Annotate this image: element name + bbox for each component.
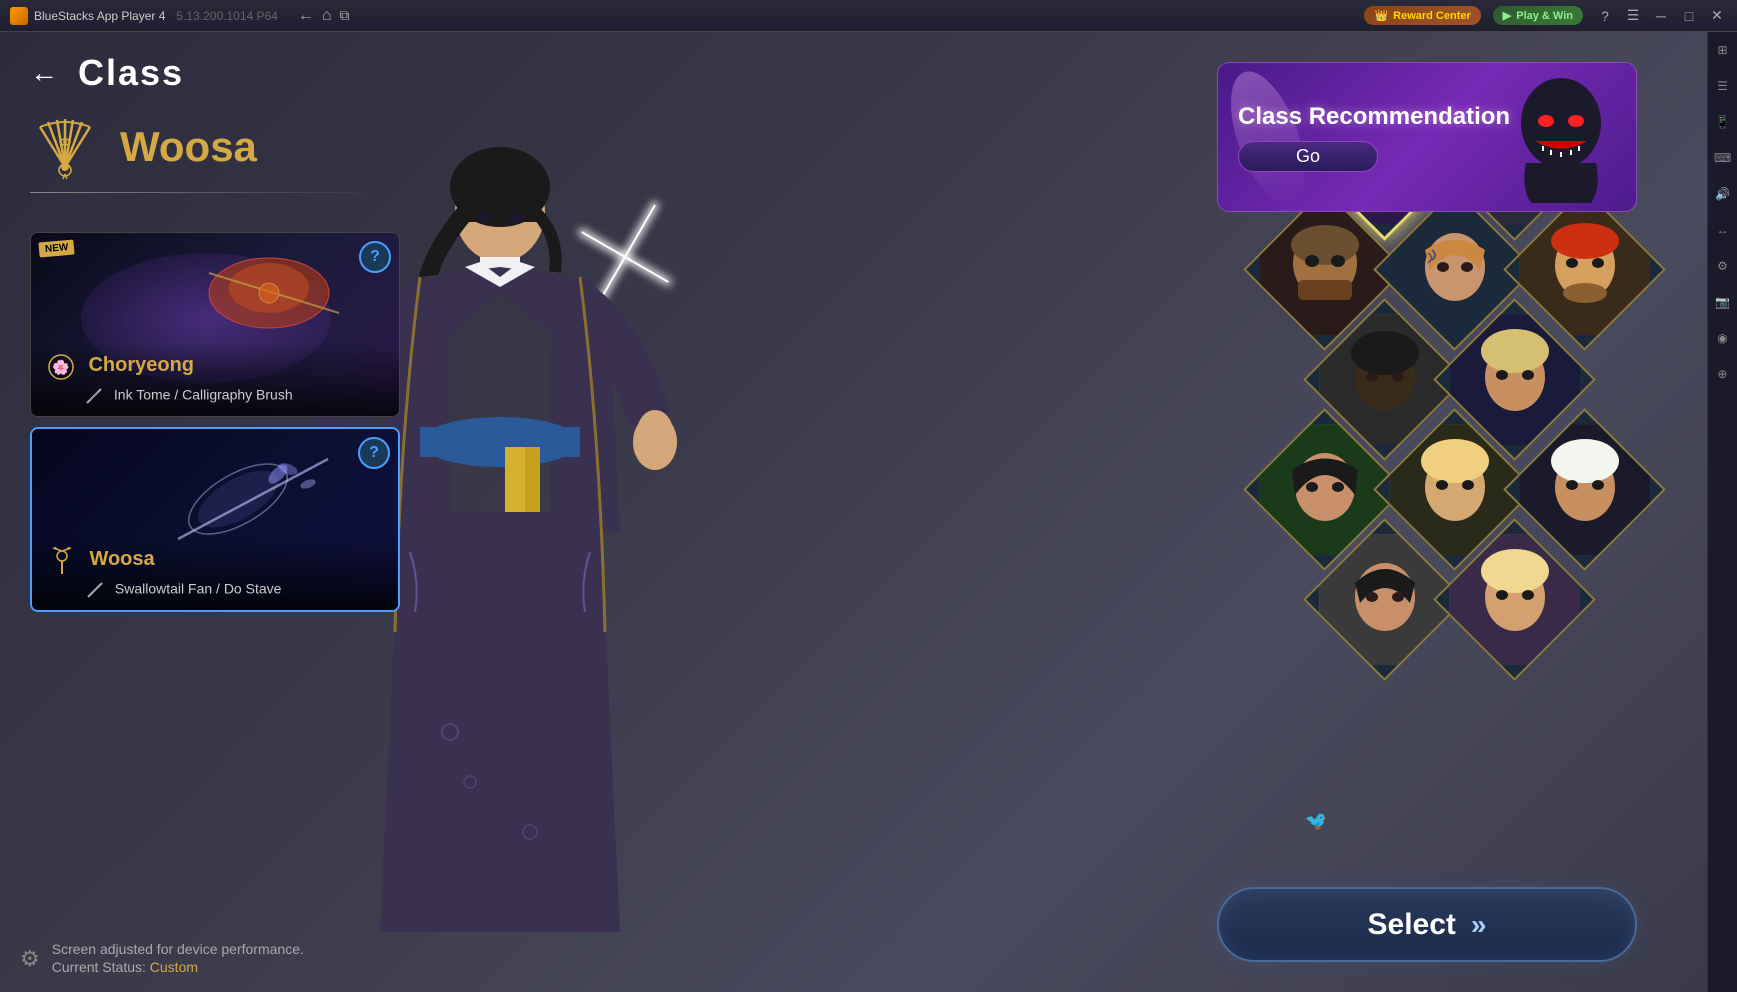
reward-center-button[interactable]: 👑 Reward Center	[1364, 6, 1480, 25]
diamond-inner-12	[1433, 518, 1596, 681]
char-face-10	[1519, 424, 1650, 555]
app-icon	[10, 7, 28, 25]
choryeong-class-icon: 🌸	[46, 352, 76, 382]
title-bar-right: 👑 Reward Center ▶ Play & Win ? ☰ ─ □ ✕	[1364, 6, 1727, 26]
new-badge: NEW	[38, 239, 75, 257]
class-name-section: Woosa	[30, 112, 257, 182]
svg-text:🌸: 🌸	[52, 359, 69, 376]
class-grid-item-9[interactable]	[1397, 432, 1512, 547]
rec-go-button[interactable]: Go	[1238, 141, 1378, 172]
nav-back-button[interactable]: ←	[298, 7, 314, 25]
choryeong-card[interactable]: NEW ? 🌸 Choryeong Ink Tome / Calligraphy…	[30, 232, 400, 417]
sidebar-icon-5[interactable]: 🔊	[1713, 184, 1733, 204]
woosa-card[interactable]: ? Woosa Swa	[30, 427, 400, 612]
sidebar-icon-3[interactable]: 📱	[1713, 112, 1733, 132]
menu-button[interactable]: ☰	[1623, 6, 1643, 26]
status-bar: ⚙ Screen adjusted for device performance…	[20, 941, 304, 977]
play-win-label: Play & Win	[1516, 10, 1573, 22]
weapon-display	[179, 243, 359, 343]
sidebar-icon-4[interactable]: ⌨	[1713, 148, 1733, 168]
nav-home-button[interactable]: ⌂	[322, 7, 332, 25]
char-face-12	[1449, 534, 1580, 665]
right-sidebar: ⊞ ☰ 📱 ⌨ 🔊 ↔ ⚙ 📷 ◉ ⊕	[1707, 32, 1737, 992]
status-text-container: Screen adjusted for device performance. …	[52, 941, 304, 977]
maximize-button[interactable]: □	[1679, 6, 1699, 26]
game-header: ← Class	[0, 32, 214, 114]
sidebar-icon-7[interactable]: ⚙	[1713, 256, 1733, 276]
char-face-5	[1519, 204, 1650, 335]
choryeong-weapon: Ink Tome / Calligraphy Brush	[46, 386, 384, 406]
rec-title: Class Recommendation	[1238, 103, 1616, 131]
play-win-button[interactable]: ▶ Play & Win	[1493, 6, 1583, 25]
sidebar-icon-6[interactable]: ↔	[1713, 220, 1733, 240]
app-logo: BlueStacks App Player 4 5.13.200.1014 P6…	[10, 7, 278, 25]
class-grid-item-10[interactable]	[1527, 432, 1642, 547]
crown-icon: 👑	[1374, 9, 1388, 22]
class-grid-item-11[interactable]	[1327, 542, 1442, 657]
minimize-button[interactable]: ─	[1651, 6, 1671, 26]
game-area: ← Class	[0, 32, 1707, 992]
status-line2: Current Status:	[52, 959, 150, 975]
woosa-class-icon	[47, 546, 77, 576]
app-version: 5.13.200.1014 P64	[176, 9, 277, 23]
char-face-11	[1319, 534, 1450, 665]
sidebar-icon-2[interactable]: ☰	[1713, 76, 1733, 96]
woosa-question-button[interactable]: ?	[358, 437, 390, 469]
class-grid-item-7[interactable]	[1457, 322, 1572, 437]
class-grid-item-8[interactable]	[1267, 432, 1382, 547]
status-line1: Screen adjusted for device performance.	[52, 941, 304, 957]
sidebar-icon-9[interactable]: ◉	[1713, 328, 1733, 348]
sword-icon-2	[85, 580, 105, 600]
class-grid-item-3[interactable]	[1267, 212, 1382, 327]
sword-icon	[84, 386, 104, 406]
class-grid-item-12[interactable]	[1457, 542, 1572, 657]
select-label: Select	[1368, 908, 1456, 942]
class-grid-item-4[interactable]	[1397, 212, 1512, 327]
question-button[interactable]: ?	[359, 241, 391, 273]
card-info: 🌸 Choryeong Ink Tome / Calligraphy Brush	[31, 342, 399, 416]
reward-center-label: Reward Center	[1393, 10, 1471, 22]
page-title: Class	[78, 52, 184, 94]
woosa-card-name: Woosa	[89, 548, 154, 570]
nav-copy-button[interactable]: ⧉	[340, 7, 350, 24]
window-controls: ? ☰ ─ □ ✕	[1595, 6, 1727, 26]
woosa-weapon: Swallowtail Fan / Do Stave	[47, 580, 383, 600]
play-icon: ▶	[1503, 9, 1511, 22]
sidebar-icon-8[interactable]: 📷	[1713, 292, 1733, 312]
help-button[interactable]: ?	[1595, 6, 1615, 26]
close-button[interactable]: ✕	[1707, 6, 1727, 26]
character-name: Woosa	[120, 123, 257, 171]
title-bar: BlueStacks App Player 4 5.13.200.1014 P6…	[0, 0, 1737, 32]
status-value: Custom	[150, 959, 198, 975]
woosa-card-info: Woosa Swallowtail Fan / Do Stave	[32, 536, 398, 610]
select-button-container: Select »	[1217, 887, 1637, 962]
nav-buttons: ← ⌂ ⧉	[298, 7, 350, 25]
class-grid-item-6[interactable]	[1327, 322, 1442, 437]
recommendation-banner[interactable]: Class Recommendation Go	[1217, 62, 1637, 212]
class-grid-item-5[interactable]	[1527, 212, 1642, 327]
chevron-right-icon: »	[1471, 909, 1487, 941]
settings-icon[interactable]: ⚙	[20, 946, 40, 972]
bird-silhouette: 🐦	[1305, 811, 1327, 832]
sidebar-icon-10[interactable]: ⊕	[1713, 364, 1733, 384]
back-button[interactable]: ←	[30, 57, 58, 89]
select-button[interactable]: Select »	[1217, 887, 1637, 962]
choryeong-name: Choryeong	[88, 354, 194, 376]
rec-content: Class Recommendation Go	[1238, 103, 1616, 172]
class-cards-container: NEW ? 🌸 Choryeong Ink Tome / Calligraphy…	[30, 232, 410, 612]
class-icon	[30, 112, 100, 182]
sidebar-icon-1[interactable]: ⊞	[1713, 40, 1733, 60]
app-name: BlueStacks App Player 4	[34, 9, 165, 23]
